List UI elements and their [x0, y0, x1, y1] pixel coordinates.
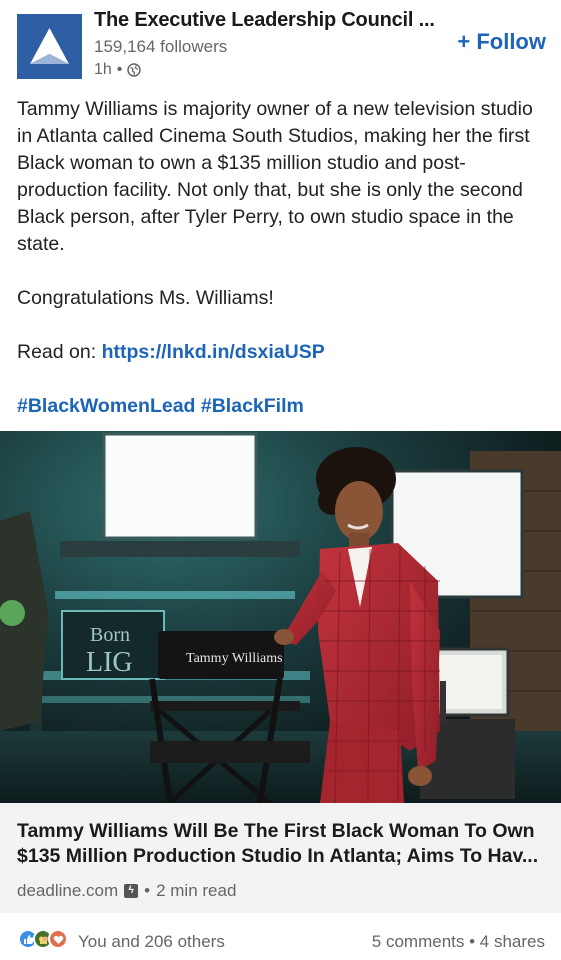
hashtag-black-film[interactable]: #BlackFilm [201, 395, 304, 417]
love-icon [48, 929, 68, 949]
read-on-label: Read on: [17, 341, 102, 363]
amp-icon: ϟ [124, 884, 139, 898]
read-on-line: Read on: https://lnkd.in/dsxiaUSP [17, 339, 549, 366]
post-paragraph: Congratulations Ms. Williams! [17, 287, 274, 309]
article-card[interactable]: Tammy Williams Will Be The First Black W… [0, 803, 561, 913]
globe-icon [127, 63, 142, 77]
post-header: The Executive Leadership Council ... 159… [0, 0, 561, 92]
post-time: 1h [94, 61, 112, 78]
sign-text: LIG [86, 647, 133, 678]
stats-separator: • [469, 932, 476, 951]
article-meta: deadline.com ϟ • 2 min read [17, 881, 236, 901]
hashtag-black-women-lead[interactable]: #BlackWomenLead [17, 395, 195, 417]
article-link[interactable]: https://lnkd.in/dsxiaUSP [102, 341, 325, 363]
company-logo[interactable] [17, 14, 82, 79]
shares-count[interactable]: 4 shares [480, 932, 545, 951]
hashtags: #BlackWomenLead #BlackFilm [17, 393, 549, 420]
post-body: Tammy Williams is majority owner of a ne… [17, 96, 549, 420]
article-read-time: 2 min read [156, 881, 237, 900]
post-paragraph: Tammy Williams is majority owner of a ne… [17, 98, 533, 255]
article-source: deadline.com [17, 881, 119, 900]
article-image[interactable]: Born LIG Tammy Williams [0, 431, 561, 803]
sign-text: Born [90, 624, 130, 646]
comments-count[interactable]: 5 comments [372, 932, 465, 951]
reaction-icons[interactable] [18, 929, 68, 949]
social-counts-bar: You and 206 others 5 comments • 4 shares [0, 913, 561, 960]
reactions-count[interactable]: You and 206 others [78, 932, 225, 952]
meta-separator: • [144, 881, 151, 900]
post-meta: 1h • [94, 61, 142, 79]
follower-count: 159,164 followers [94, 37, 228, 56]
company-name[interactable]: The Executive Leadership Council ... [94, 9, 435, 32]
chair-label: Tammy Williams [186, 651, 283, 666]
article-title[interactable]: Tammy Williams Will Be The First Black W… [17, 819, 547, 869]
engagement-stats: 5 comments • 4 shares [372, 932, 545, 952]
meta-separator: • [116, 61, 123, 78]
follow-button[interactable]: + Follow [457, 29, 546, 55]
